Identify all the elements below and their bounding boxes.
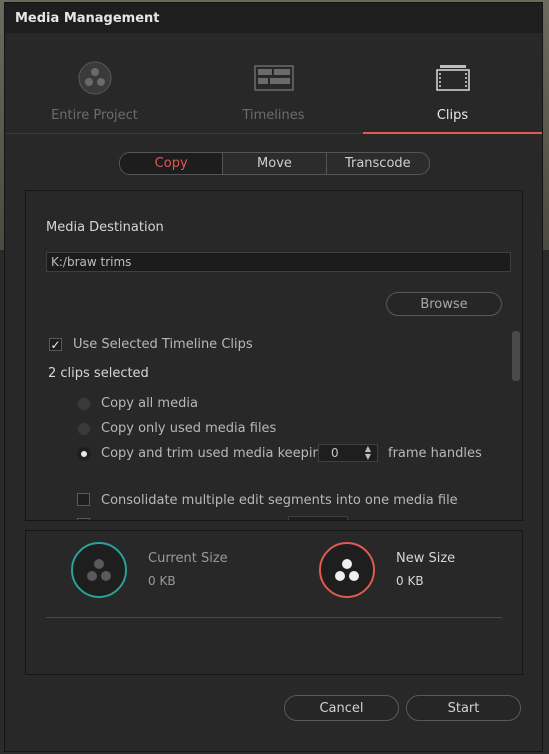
clips-icon: [435, 61, 470, 95]
resolve-logo-icon: [87, 559, 111, 581]
media-destination-field[interactable]: K:/braw trims: [46, 252, 511, 272]
radio-label: Copy and trim used media keeping: [101, 446, 329, 461]
clips-selected-count: 2 clips selected: [48, 366, 149, 381]
radio-label: Copy only used media files: [101, 421, 277, 436]
browse-button[interactable]: Browse: [386, 292, 502, 316]
mode-move-button[interactable]: Move: [222, 153, 325, 174]
checkmark-icon: ✓: [50, 337, 61, 352]
use-selected-clips-label: Use Selected Timeline Clips: [73, 337, 253, 352]
partial-option-field[interactable]: [288, 516, 348, 520]
start-button[interactable]: Start: [406, 695, 521, 721]
tab-label: Timelines: [242, 108, 305, 123]
consolidate-label: Consolidate multiple edit segments into …: [101, 493, 458, 508]
tab-timelines[interactable]: Timelines: [184, 33, 363, 133]
mode-copy-button[interactable]: Copy: [120, 153, 223, 174]
radio-label: Copy all media: [101, 396, 198, 411]
radio-copy-and-trim[interactable]: [77, 447, 91, 461]
panel-scrollbar[interactable]: [512, 331, 520, 381]
new-size-label: New Size: [396, 551, 456, 566]
frame-handles-value: 0: [331, 446, 339, 460]
current-size-indicator: [71, 542, 127, 598]
frame-handles-suffix: frame handles: [388, 446, 482, 461]
partial-option-checkbox[interactable]: [77, 518, 90, 520]
cancel-button[interactable]: Cancel: [284, 695, 399, 721]
resolve-logo-icon: [78, 61, 112, 95]
current-size-label: Current Size: [148, 551, 228, 566]
tab-clips[interactable]: Clips: [363, 33, 542, 134]
tab-entire-project[interactable]: Entire Project: [5, 33, 184, 133]
tab-label: Entire Project: [51, 108, 138, 123]
current-size-value: 0 KB: [148, 574, 176, 588]
dialog-title: Media Management: [5, 3, 542, 33]
size-summary-panel: Current Size 0 KB New Size 0 KB: [25, 530, 523, 675]
tab-label: Clips: [436, 108, 469, 123]
mode-selector: Copy Move Transcode: [119, 152, 430, 175]
new-size-value: 0 KB: [396, 574, 424, 588]
consolidate-checkbox[interactable]: [77, 493, 90, 506]
frame-handles-stepper[interactable]: 0 ▲ ▼: [318, 444, 378, 462]
media-management-dialog: Media Management Entire Project Timeline…: [4, 2, 543, 752]
new-size-indicator: [319, 542, 375, 598]
divider: [46, 617, 502, 618]
radio-copy-used-media[interactable]: [77, 422, 91, 436]
radio-copy-all-media[interactable]: [77, 397, 91, 411]
resolve-logo-icon: [335, 559, 359, 581]
tab-bar: Entire Project Timelines Clips: [5, 33, 542, 134]
timeline-icon: [253, 61, 294, 95]
media-destination-label: Media Destination: [46, 220, 164, 235]
stepper-arrows-icon: ▲ ▼: [364, 444, 371, 461]
options-panel: Media Destination K:/braw trims Browse ✓…: [25, 190, 523, 521]
use-selected-clips-checkbox[interactable]: ✓: [49, 337, 62, 352]
mode-transcode-button[interactable]: Transcode: [325, 153, 429, 174]
